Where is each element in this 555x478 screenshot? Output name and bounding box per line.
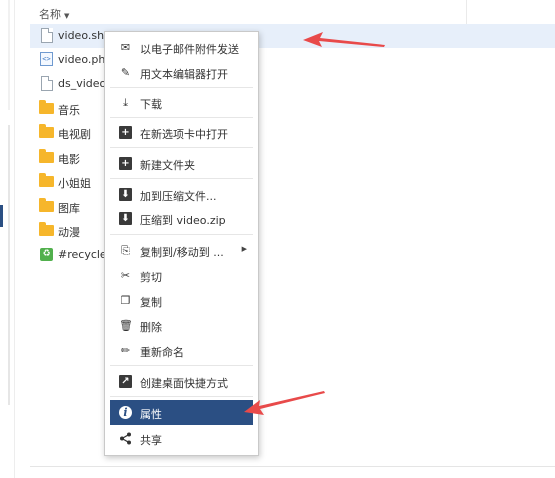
left-divider bbox=[14, 0, 15, 478]
menu-item-open-new-tab[interactable]: + 在新选项卡中打开 bbox=[110, 121, 253, 144]
menu-item-label: 新建文件夹 bbox=[140, 159, 195, 172]
compress-icon: ⬇ bbox=[119, 188, 132, 201]
menu-item-label: 压缩到 video.zip bbox=[140, 214, 226, 227]
trash-icon: 🗑 bbox=[119, 319, 133, 332]
menu-item-email-attachment[interactable]: ✉ 以电子邮件附件发送 bbox=[110, 36, 253, 59]
name-column-label: 名称 bbox=[39, 8, 61, 21]
folder-icon bbox=[39, 198, 54, 212]
menu-item-label: 下载 bbox=[140, 98, 162, 111]
menu-item-rename[interactable]: ✏ 重新命名 bbox=[110, 339, 253, 362]
folder-name: 音乐 bbox=[58, 104, 80, 117]
menu-item-copy-move[interactable]: ⎘ 复制到/移动到 ... ▶ bbox=[110, 239, 253, 262]
scissors-icon: ✂ bbox=[120, 269, 131, 282]
list-bottom-border bbox=[30, 466, 555, 467]
menu-item-label: 加到压缩文件... bbox=[140, 190, 217, 203]
folder-icon bbox=[39, 124, 54, 138]
menu-item-add-to-archive[interactable]: ⬇ 加到压缩文件... bbox=[110, 183, 253, 206]
menu-separator bbox=[110, 147, 253, 148]
file-list-header: 名称 ▼ bbox=[30, 0, 555, 25]
menu-separator bbox=[110, 178, 253, 179]
menu-item-delete[interactable]: 🗑 删除 bbox=[110, 314, 253, 337]
menu-item-label: 以电子邮件附件发送 bbox=[140, 43, 239, 56]
file-icon bbox=[41, 28, 53, 43]
menu-separator bbox=[110, 87, 253, 88]
code-file-icon: <> bbox=[40, 52, 53, 66]
share-icon-graphic bbox=[120, 432, 131, 445]
menu-item-open-text-editor[interactable]: ✎ 用文本编辑器打开 bbox=[110, 61, 253, 84]
name-column-header[interactable]: 名称 ▼ bbox=[39, 6, 69, 22]
file-name: video.sh bbox=[58, 29, 105, 42]
menu-item-desktop-shortcut[interactable]: ↗ 创建桌面快捷方式 bbox=[110, 370, 253, 393]
new-tab-icon: + bbox=[119, 126, 132, 139]
share-icon bbox=[119, 432, 132, 445]
folder-name: 图库 bbox=[58, 202, 80, 215]
pencil-icon: ✏ bbox=[120, 344, 131, 357]
menu-separator bbox=[110, 117, 253, 118]
menu-item-copy[interactable]: ❐ 复制 bbox=[110, 289, 253, 312]
folder-name: 电视剧 bbox=[58, 128, 91, 141]
menu-item-label: 剪切 bbox=[140, 271, 162, 284]
mail-icon: ✉ bbox=[120, 41, 131, 54]
menu-separator bbox=[110, 234, 253, 235]
left-scroll-thumb[interactable] bbox=[8, 125, 10, 405]
menu-item-label: 复制 bbox=[140, 296, 162, 309]
menu-item-label: 删除 bbox=[140, 321, 162, 334]
download-icon: ⤓ bbox=[123, 96, 128, 109]
left-scroll-track bbox=[8, 0, 10, 110]
menu-item-label: 重新命名 bbox=[140, 346, 184, 359]
shortcut-icon: ↗ bbox=[119, 375, 132, 388]
folder-icon bbox=[39, 222, 54, 236]
file-name: video.ph bbox=[58, 53, 106, 66]
menu-separator bbox=[110, 365, 253, 366]
file-icon bbox=[41, 76, 53, 91]
sort-desc-icon[interactable]: ▼ bbox=[64, 12, 69, 20]
compress-zip-icon: ⬇ bbox=[119, 212, 132, 225]
menu-item-label: 属性 bbox=[140, 408, 162, 421]
column-separator[interactable] bbox=[466, 0, 467, 24]
menu-item-share[interactable]: 共享 bbox=[110, 427, 253, 450]
new-folder-icon: + bbox=[119, 157, 132, 170]
info-icon: i bbox=[119, 406, 132, 419]
left-panel-strip bbox=[0, 0, 30, 478]
folder-name: 电影 bbox=[58, 153, 80, 166]
menu-item-compress-zip[interactable]: ⬇ 压缩到 video.zip bbox=[110, 207, 253, 230]
menu-item-label: 共享 bbox=[140, 434, 162, 447]
edit-icon: ✎ bbox=[120, 66, 131, 79]
folder-name: #recycle bbox=[58, 248, 107, 261]
menu-item-label: 复制到/移动到 ... bbox=[140, 246, 224, 259]
annotation-arrow-properties bbox=[244, 391, 325, 415]
menu-item-new-folder[interactable]: + 新建文件夹 bbox=[110, 152, 253, 175]
menu-separator bbox=[110, 396, 253, 397]
menu-item-label: 在新选项卡中打开 bbox=[140, 128, 228, 141]
copy-move-icon: ⎘ bbox=[121, 244, 130, 257]
menu-item-label: 创建桌面快捷方式 bbox=[140, 377, 228, 390]
recycle-bin-icon: ♻ bbox=[40, 248, 53, 261]
folder-name: 小姐姐 bbox=[58, 177, 91, 190]
copy-icon: ❐ bbox=[120, 294, 131, 307]
folder-icon bbox=[39, 149, 54, 163]
file-name: ds_video bbox=[58, 77, 107, 90]
context-menu: ✉ 以电子邮件附件发送 ✎ 用文本编辑器打开 ⤓ 下载 + 在新选项卡中打开 +… bbox=[104, 31, 259, 456]
folder-name: 动漫 bbox=[58, 226, 80, 239]
menu-item-label: 用文本编辑器打开 bbox=[140, 68, 228, 81]
submenu-arrow-icon: ▶ bbox=[241, 245, 247, 253]
left-panel-indicator bbox=[0, 205, 3, 227]
folder-icon bbox=[39, 100, 54, 114]
menu-item-cut[interactable]: ✂ 剪切 bbox=[110, 264, 253, 287]
menu-item-properties[interactable]: i 属性 bbox=[110, 400, 253, 425]
menu-item-download[interactable]: ⤓ 下载 bbox=[110, 91, 253, 114]
folder-icon bbox=[39, 173, 54, 187]
annotation-arrow-top bbox=[303, 32, 385, 47]
